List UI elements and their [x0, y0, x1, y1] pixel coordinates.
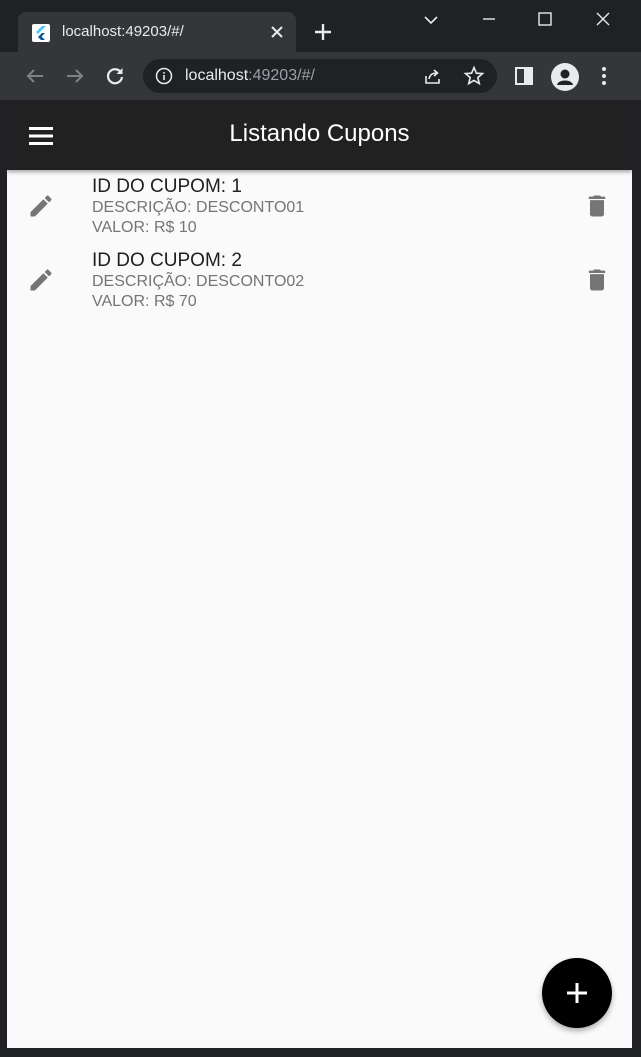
- page-title: Listando Cupons: [229, 120, 410, 147]
- tab-title: localhost:49203/#/: [62, 23, 184, 40]
- back-arrow-icon[interactable]: [23, 64, 47, 88]
- tab-strip: localhost:49203/#/: [0, 0, 641, 52]
- browser-menu-kebab-icon[interactable]: [592, 64, 616, 88]
- pencil-icon[interactable]: [27, 192, 55, 220]
- page-viewport: Listando Cupons ID DO CUPOM: 1 DESCRIÇÃO…: [7, 100, 632, 1048]
- browser-window: localhost:49203/#/ localhost:49203/#/ Li…: [0, 0, 641, 1057]
- coupon-texts: ID DO CUPOM: 1 DESCRIÇÃO: DESCONTO01 VAL…: [92, 176, 304, 238]
- coupon-value: VALOR: R$ 70: [92, 293, 197, 310]
- url-host: localhost: [185, 67, 249, 84]
- trash-icon[interactable]: [583, 266, 611, 294]
- new-tab-icon[interactable]: [311, 20, 335, 44]
- trash-icon[interactable]: [583, 192, 611, 220]
- site-info-icon[interactable]: [155, 67, 173, 85]
- url-path: :49203/#/: [248, 67, 315, 84]
- coupon-list-item[interactable]: ID DO CUPOM: 2 DESCRIÇÃO: DESCONTO02 VAL…: [7, 244, 632, 318]
- tab-close-icon[interactable]: [266, 21, 288, 43]
- side-panel-icon[interactable]: [513, 65, 535, 87]
- address-bar[interactable]: localhost:49203/#/: [143, 59, 497, 93]
- window-bottom-edge: [0, 1048, 641, 1057]
- bookmark-star-icon[interactable]: [463, 65, 485, 87]
- coupon-description: DESCRIÇÃO: DESCONTO02: [92, 273, 305, 290]
- plus-icon: [567, 983, 587, 1003]
- app-bar: Listando Cupons: [7, 100, 632, 170]
- forward-arrow-icon[interactable]: [63, 64, 87, 88]
- minimize-icon[interactable]: [478, 8, 500, 30]
- browser-toolbar: localhost:49203/#/: [0, 52, 641, 100]
- maximize-icon[interactable]: [534, 8, 556, 30]
- coupon-texts: ID DO CUPOM: 2 DESCRIÇÃO: DESCONTO02 VAL…: [92, 250, 304, 312]
- tab-search-chevron-icon[interactable]: [420, 9, 442, 31]
- add-coupon-button[interactable]: [542, 958, 612, 1028]
- reload-icon[interactable]: [103, 64, 127, 88]
- share-icon[interactable]: [423, 66, 443, 86]
- coupon-description: DESCRIÇÃO: DESCONTO01: [92, 199, 305, 216]
- coupon-id: ID DO CUPOM: 1: [92, 176, 242, 197]
- browser-tab[interactable]: localhost:49203/#/: [18, 12, 296, 52]
- pencil-icon[interactable]: [27, 266, 55, 294]
- url-text[interactable]: localhost:49203/#/: [185, 67, 315, 85]
- coupon-list: ID DO CUPOM: 1 DESCRIÇÃO: DESCONTO01 VAL…: [7, 170, 632, 318]
- coupon-list-item[interactable]: ID DO CUPOM: 1 DESCRIÇÃO: DESCONTO01 VAL…: [7, 170, 632, 244]
- coupon-value: VALOR: R$ 10: [92, 219, 197, 236]
- flutter-favicon-icon: [32, 24, 50, 42]
- coupon-id: ID DO CUPOM: 2: [92, 250, 242, 271]
- window-close-icon[interactable]: [592, 8, 614, 30]
- profile-avatar-icon[interactable]: [551, 63, 579, 91]
